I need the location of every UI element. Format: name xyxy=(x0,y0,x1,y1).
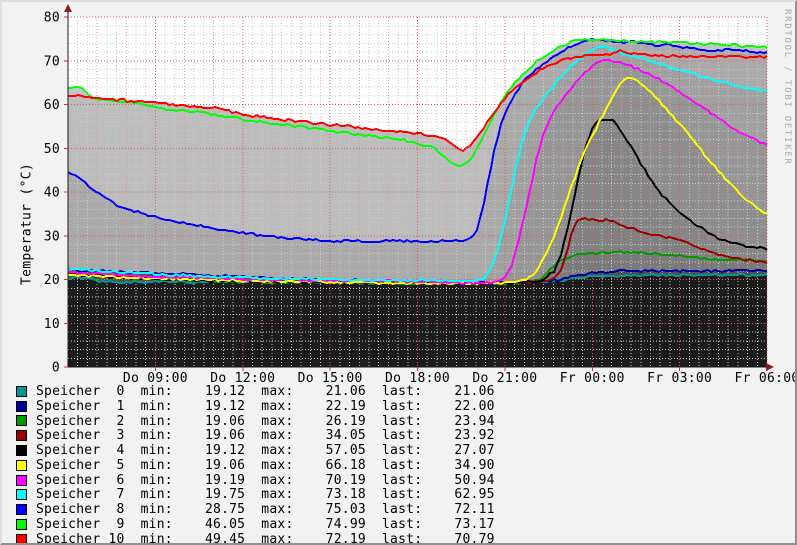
y-tick-label: 80 xyxy=(44,11,60,26)
y-tick-label: 20 xyxy=(44,273,60,288)
legend-row-speicher-6: Speicher 6 min: 19.19 max: 70.19 last: 5… xyxy=(16,473,495,488)
legend-row-text: Speicher 2 min: 19.06 max: 26.19 last: 2… xyxy=(36,413,495,429)
x-axis-arrow-icon xyxy=(766,363,774,371)
y-tick-label: 50 xyxy=(44,142,60,157)
legend-row-text: Speicher 6 min: 19.19 max: 70.19 last: 5… xyxy=(36,472,495,488)
legend-row-text: Speicher 4 min: 19.12 max: 57.05 last: 2… xyxy=(36,443,495,459)
legend-color-swatch xyxy=(16,504,27,516)
y-axis-arrow-icon xyxy=(64,4,72,12)
rrdtool-graph: 0 10 20 30 40 50 60 70 80 Do 09:00 Do 12:00 Do 15:0… xyxy=(0,0,797,545)
legend-color-swatch xyxy=(16,459,27,471)
temperature-chart: 01020304050607080Do 09:00 Do 12:00 Do 15:0… xyxy=(44,4,797,386)
legend-color-swatch xyxy=(16,400,27,412)
legend-row-text: Speicher 8 min: 28.75 max: 75.03 last: 7… xyxy=(36,502,495,518)
legend-row-speicher-4: Speicher 4 min: 19.12 max: 57.05 last: 2… xyxy=(16,443,495,458)
legend-row-speicher-7: Speicher 7 min: 19.75 max: 73.18 last: 6… xyxy=(16,487,495,503)
watermark: RRDTOOL / TOBI OETIKER xyxy=(782,9,792,166)
legend-row-text: Speicher 7 min: 19.75 max: 73.18 last: 6… xyxy=(36,487,495,503)
y-tick-label: 10 xyxy=(44,317,60,332)
legend-color-swatch xyxy=(16,445,27,457)
y-tick-label: 0 xyxy=(52,361,60,376)
legend-color-swatch xyxy=(16,415,27,427)
legend-row-speicher-9: Speicher 9 min: 46.05 max: 74.99 last: 7… xyxy=(16,517,495,532)
legend-row-text: Speicher 1 min: 19.12 max: 22.19 last: 2… xyxy=(36,398,495,414)
legend-row-speicher-10: Speicher 10 min: 49.45 max: 72.19 last: … xyxy=(16,531,495,545)
legend-color-swatch xyxy=(16,474,27,486)
legend-row-speicher-3: Speicher 3 min: 19.06 max: 34.05 last: 2… xyxy=(16,428,495,443)
legend-color-swatch xyxy=(16,385,27,397)
legend-row-speicher-8: Speicher 8 min: 28.75 max: 75.03 last: 7… xyxy=(16,502,495,517)
y-tick-label: 40 xyxy=(44,186,60,201)
legend-row-speicher-1: Speicher 1 min: 19.12 max: 22.19 last: 2… xyxy=(16,399,495,414)
x-tick-label: Fr 06:00 xyxy=(734,371,797,386)
legend-color-swatch xyxy=(16,519,27,531)
legend-row-speicher-5: Speicher 5 min: 19.06 max: 66.18 last: 3… xyxy=(16,458,495,473)
legend-row-speicher-2: Speicher 2 min: 19.06 max: 26.19 last: 2… xyxy=(16,414,495,429)
y-tick-label: 70 xyxy=(44,54,60,69)
legend-color-swatch xyxy=(16,489,27,501)
legend: Speicher 0 min: 19.12 max: 21.06 last: 2… xyxy=(16,384,495,545)
x-tick-label: Fr 03:00 xyxy=(647,371,712,386)
y-axis-title: Temperatur (°C) xyxy=(19,163,35,285)
legend-row-text: Speicher 0 min: 19.12 max: 21.06 last: 2… xyxy=(36,383,495,399)
legend-color-swatch xyxy=(16,430,27,442)
legend-row-text: Speicher 10 min: 49.45 max: 72.19 last: … xyxy=(36,531,495,545)
legend-row-text: Speicher 9 min: 46.05 max: 74.99 last: 7… xyxy=(36,517,495,533)
legend-row-text: Speicher 3 min: 19.06 max: 34.05 last: 2… xyxy=(36,428,495,444)
y-tick-label: 60 xyxy=(44,98,60,113)
legend-row-text: Speicher 5 min: 19.06 max: 66.18 last: 3… xyxy=(36,457,495,473)
legend-row-speicher-0: Speicher 0 min: 19.12 max: 21.06 last: 2… xyxy=(16,384,495,399)
x-tick-label: Fr 00:00 xyxy=(560,371,625,386)
y-tick-label: 30 xyxy=(44,229,60,244)
legend-color-swatch xyxy=(16,533,27,543)
